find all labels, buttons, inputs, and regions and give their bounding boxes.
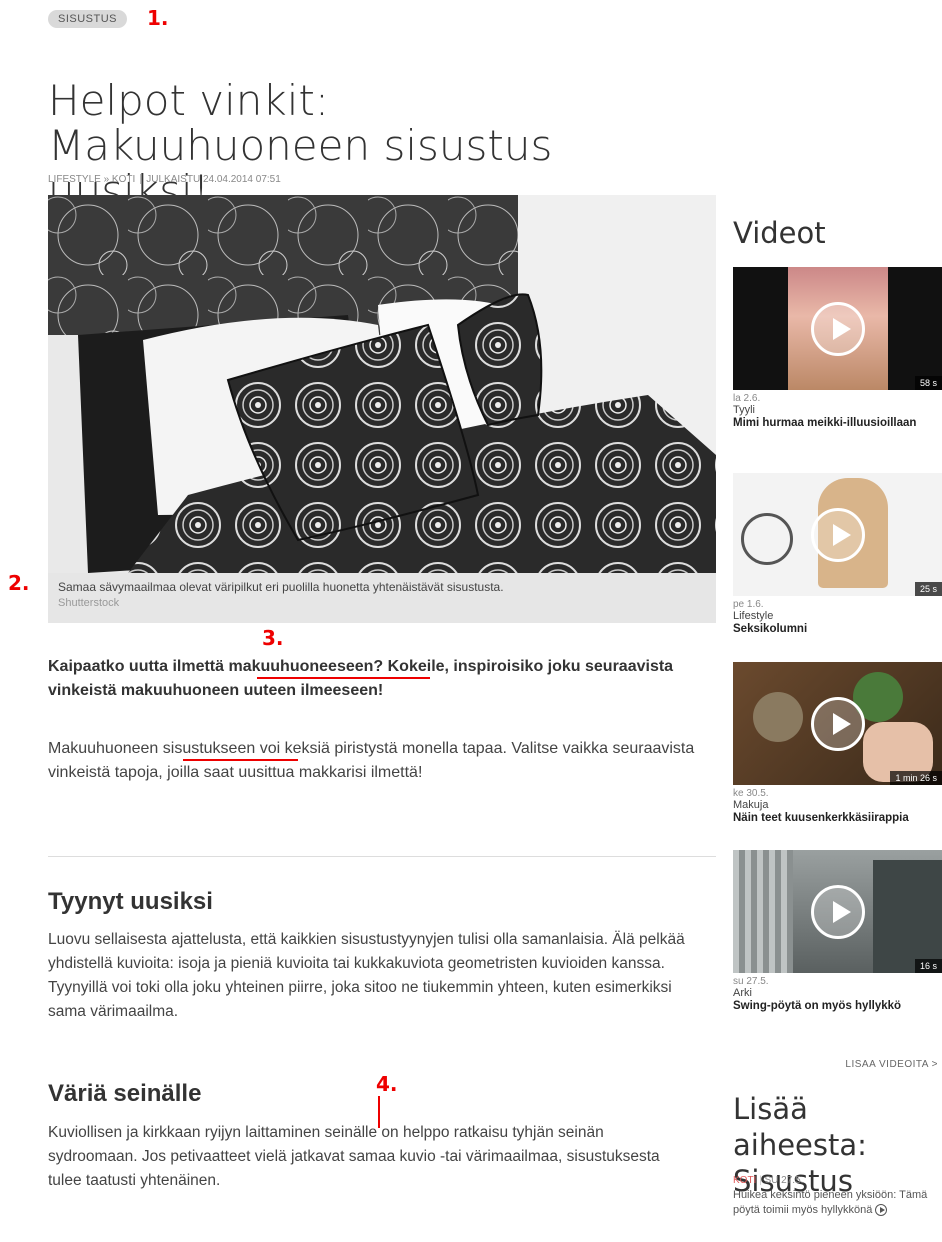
video-date: pe 1.6. bbox=[733, 599, 764, 610]
sidebar-videos-title: Videot bbox=[733, 216, 826, 250]
video-date: ke 30.5. bbox=[733, 788, 769, 799]
video-title[interactable]: Swing-pöytä on myös hyllykkö bbox=[733, 999, 942, 1014]
category-tag[interactable]: SISUSTUS bbox=[48, 10, 128, 28]
play-icon[interactable] bbox=[810, 884, 865, 939]
video-thumbnail[interactable]: 25 s bbox=[733, 473, 942, 596]
video-thumbnail[interactable]: 58 s bbox=[733, 267, 942, 390]
annotation-2: 2. bbox=[8, 571, 30, 595]
video-card[interactable]: 58 s la 2.6. Tyyli Mimi hurmaa meikki-il… bbox=[733, 267, 942, 431]
video-title[interactable]: Seksikolumni bbox=[733, 622, 942, 637]
video-duration: 58 s bbox=[914, 376, 942, 390]
video-category: Makuja bbox=[733, 799, 769, 811]
image-caption: Samaa sävymaailmaa olevat väripilkut eri… bbox=[58, 580, 504, 594]
video-card[interactable]: 25 s pe 1.6. Lifestyle Seksikolumni bbox=[733, 473, 942, 637]
play-circle-icon bbox=[875, 1204, 888, 1217]
article-intro: Makuuhuoneen sisustukseen voi keksiä pir… bbox=[48, 740, 695, 781]
video-date: la 2.6. bbox=[733, 393, 761, 404]
annotation-4: 4. bbox=[376, 1072, 398, 1096]
video-duration: 1 min 26 s bbox=[890, 771, 942, 785]
annotation-3: 3. bbox=[262, 626, 284, 650]
breadcrumb[interactable]: LIFESTYLE » KOTI bbox=[48, 174, 135, 185]
video-duration: 16 s bbox=[914, 959, 942, 973]
play-icon[interactable] bbox=[810, 507, 865, 562]
section-heading-tyynyt: Tyynyt uusiksi bbox=[48, 888, 213, 915]
play-icon[interactable] bbox=[810, 696, 865, 751]
video-card[interactable]: 16 s su 27.5. Arki Swing-pöytä on myös h… bbox=[733, 850, 942, 1014]
video-category: Tyyli bbox=[733, 404, 755, 416]
section-divider bbox=[48, 856, 716, 857]
related-item[interactable]: Huikea keksintö pieneen yksiöön: Tämä pö… bbox=[733, 1188, 938, 1218]
related-item-title[interactable]: Huikea keksintö pieneen yksiöön: Tämä pö… bbox=[733, 1189, 927, 1216]
section-text-tyynyt: Luovu sellaisesta ajattelusta, että kaik… bbox=[48, 931, 685, 1020]
article-title: Helpot vinkit: Makuuhuoneen sisustus uus… bbox=[48, 76, 553, 215]
more-videos-link[interactable]: LISAA VIDEOITA > bbox=[733, 1059, 938, 1070]
play-icon[interactable] bbox=[810, 301, 865, 356]
hero-image bbox=[48, 195, 716, 573]
related-meta: KOTI | SU 27.5. bbox=[733, 1175, 804, 1186]
publish-date: JULKAISTU 24.04.2014 07:51 bbox=[146, 174, 281, 185]
link-underline-makuuhuoneeseen bbox=[257, 677, 430, 679]
related-category[interactable]: KOTI bbox=[733, 1175, 756, 1186]
video-thumbnail[interactable]: 16 s bbox=[733, 850, 942, 973]
article-meta: LIFESTYLE » KOTI JULKAISTU 24.04.2014 07:… bbox=[48, 174, 281, 185]
video-thumbnail[interactable]: 1 min 26 s bbox=[733, 662, 942, 785]
section-heading-varia: Väriä seinälle bbox=[48, 1080, 202, 1107]
image-credit: Shutterstock bbox=[58, 597, 120, 609]
article-lead: Kaipaatko uutta ilmettä makuuhuoneeseen?… bbox=[48, 658, 674, 699]
video-title[interactable]: Mimi hurmaa meikki-illuusioillaan bbox=[733, 416, 942, 431]
video-date: su 27.5. bbox=[733, 976, 769, 987]
video-title[interactable]: Näin teet kuusenkerkkäsiirappia bbox=[733, 811, 942, 826]
section-text-varia: Kuviollisen ja kirkkaan ryijyn laittamin… bbox=[48, 1124, 660, 1189]
video-duration: 25 s bbox=[914, 582, 942, 596]
video-category: Lifestyle bbox=[733, 610, 774, 622]
annotation-1: 1. bbox=[147, 6, 169, 30]
video-card[interactable]: 1 min 26 s ke 30.5. Makuja Näin teet kuu… bbox=[733, 662, 942, 826]
image-caption-box: Samaa sävymaailmaa olevat väripilkut eri… bbox=[48, 573, 716, 623]
related-date: SU 27.5. bbox=[764, 1175, 804, 1186]
link-underline-sisustukseen bbox=[183, 759, 298, 761]
video-category: Arki bbox=[733, 987, 752, 999]
